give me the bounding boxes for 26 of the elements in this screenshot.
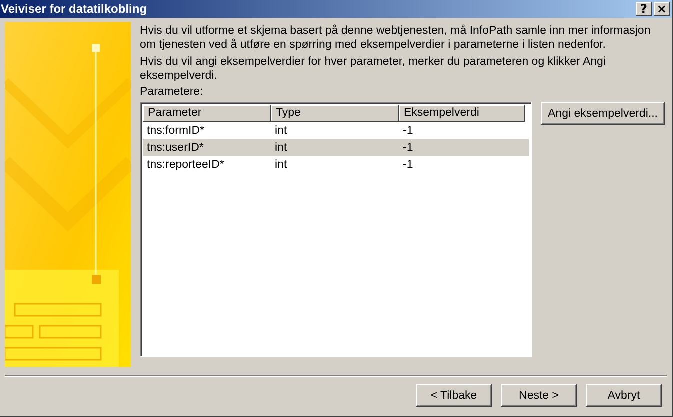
close-button[interactable]: ×: [654, 2, 670, 16]
next-button[interactable]: Neste >: [501, 384, 577, 407]
column-header[interactable]: Parameter: [143, 105, 271, 122]
list-row[interactable]: tns:reporteeID* int -1: [143, 156, 529, 173]
table-cell-text: int: [274, 142, 288, 154]
table-cell-text: -1: [402, 142, 414, 154]
back-button[interactable]: < Tilbake: [416, 384, 492, 407]
list-row[interactable]: tns:formID* int -1: [143, 122, 529, 139]
instruction-text: Hvis du vil angi eksempelverdier for hver parameter, merker du parameteren og klikker Angi eksempelverdi.: [140, 55, 607, 83]
list-row[interactable]: tns:userID* int -1: [143, 139, 529, 156]
column-header[interactable]: Type: [271, 105, 399, 122]
table-cell-text: -1: [402, 158, 414, 170]
table-cell-text: tns:formID*: [146, 124, 206, 136]
cancel-button[interactable]: Avbryt: [586, 384, 662, 407]
window-title: Veiviser for datatilkobling: [1, 2, 148, 16]
table-cell-text: int: [274, 158, 288, 170]
instruction-text: Hvis du vil utforme et skjema basert på denne webtjenesten, må InfoPath samle inn mer informasjon om tjenesten ved å utføre en spørring med eksempelverdier i parameterne i listen nedenfor.: [140, 24, 652, 52]
parameter-list[interactable]: Parameter Type Eksempelverdi tns:formID* int -1 tns:userID* int -1 tns:reporteeID* int -1: [140, 102, 532, 357]
table-cell-text: -1: [402, 124, 414, 136]
column-header[interactable]: Eksempelverdi: [399, 105, 525, 122]
table-cell-text: tns:reporteeID*: [146, 158, 226, 170]
list-label: Parametere:: [140, 86, 204, 99]
table-cell-text: tns:userID*: [146, 142, 205, 154]
help-button[interactable]: ?: [636, 2, 652, 16]
table-cell-text: int: [274, 124, 288, 136]
set-sample-value-button[interactable]: Angi eksempelverdi...: [541, 102, 665, 125]
